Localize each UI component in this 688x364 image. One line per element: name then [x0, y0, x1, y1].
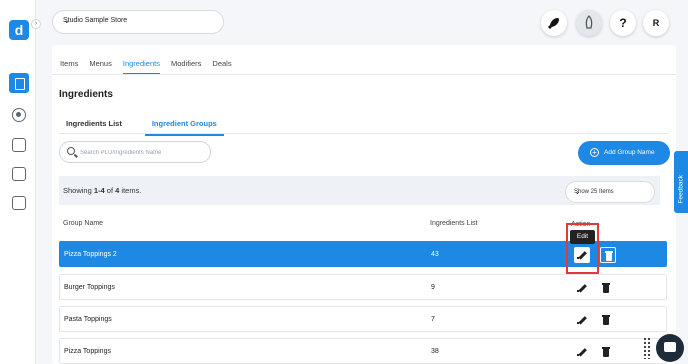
sidebar: d ›: [0, 0, 41, 364]
app-logo[interactable]: d: [9, 20, 29, 40]
group-name-cell: Pizza Toppings 2: [64, 251, 117, 258]
rocket-icon[interactable]: [541, 10, 567, 36]
chat-icon[interactable]: [656, 334, 684, 362]
showing-middle: of: [104, 186, 116, 195]
table-row[interactable]: Pizza Toppings 38: [59, 338, 667, 364]
chevron-down-icon: ⌄: [574, 187, 581, 196]
subtabs-divider: [59, 133, 668, 134]
page-title: Ingredients: [59, 89, 113, 100]
card-icon[interactable]: [12, 138, 26, 152]
showing-prefix: Showing: [63, 186, 94, 195]
delete-trash-icon[interactable]: [600, 247, 616, 263]
chevron-down-icon: ⌄: [63, 15, 71, 25]
app-root: d › Studio Sample Store ⌄ ? R Items Menu…: [0, 0, 688, 364]
group-name-cell: Burger Toppings: [64, 284, 115, 291]
table-row[interactable]: Pasta Toppings 7: [59, 306, 667, 332]
highlight-box: [566, 223, 599, 274]
sidebar-collapse-toggle[interactable]: ›: [31, 19, 41, 29]
link-icon[interactable]: [12, 196, 26, 210]
tab-items[interactable]: Items: [60, 55, 78, 75]
page-size-select[interactable]: Show 25 Items ⌄: [565, 181, 655, 203]
tab-deals[interactable]: Deals: [212, 55, 231, 75]
column-header-ingredients-list: Ingredients List: [430, 220, 478, 227]
showing-range: 1-4: [93, 186, 105, 195]
delete-trash-icon[interactable]: [598, 312, 614, 328]
tab-menus[interactable]: Menus: [89, 55, 112, 75]
edit-pencil-icon[interactable]: [574, 280, 590, 296]
tabs-divider: [52, 74, 676, 75]
search-icon: [67, 147, 75, 155]
ingredients-count-cell: 38: [431, 348, 439, 355]
group-name-cell: Pasta Toppings: [64, 316, 112, 323]
user-avatar[interactable]: R: [643, 10, 669, 36]
showing-text: Showing 1-4 of 4 items.: [63, 186, 141, 195]
search-input[interactable]: [80, 147, 205, 158]
plus-circle-icon: +: [590, 148, 599, 157]
monitor-icon[interactable]: [12, 167, 26, 181]
group-name-cell: Pizza Toppings: [64, 348, 111, 355]
store-selector[interactable]: Studio Sample Store ⌄: [52, 10, 224, 34]
help-button[interactable]: ?: [610, 10, 636, 36]
launch-icon[interactable]: [576, 10, 602, 36]
tab-modifiers[interactable]: Modifiers: [171, 55, 201, 75]
ingredients-count-cell: 43: [431, 251, 439, 258]
settings-icon[interactable]: [12, 108, 26, 122]
drag-handle[interactable]: [643, 337, 651, 359]
settings-icon-dot: [16, 112, 21, 117]
tab-ingredients[interactable]: Ingredients: [122, 55, 160, 75]
feedback-label: Feedback: [677, 174, 685, 204]
delete-trash-icon[interactable]: [598, 280, 614, 296]
showing-suffix: items.: [119, 186, 142, 195]
add-group-name-button[interactable]: + Add Group Name: [578, 141, 670, 165]
menu-book-icon[interactable]: [9, 73, 29, 93]
column-header-group-name: Group Name: [63, 220, 104, 227]
edit-pencil-icon[interactable]: [574, 344, 590, 360]
delete-trash-icon[interactable]: [598, 344, 614, 360]
edit-pencil-icon[interactable]: [574, 312, 590, 328]
ingredients-count-cell: 9: [431, 284, 435, 291]
main-panel: Items Menus Ingredients Modifiers Deals …: [52, 45, 676, 364]
table-row[interactable]: Burger Toppings 9: [59, 274, 667, 300]
ingredients-count-cell: 7: [431, 316, 435, 323]
search-field[interactable]: [59, 141, 211, 163]
add-group-name-label: Add Group Name: [604, 149, 655, 156]
main-tabs: Items Menus Ingredients Modifiers Deals: [60, 55, 243, 75]
feedback-tab[interactable]: Feedback: [674, 151, 688, 213]
